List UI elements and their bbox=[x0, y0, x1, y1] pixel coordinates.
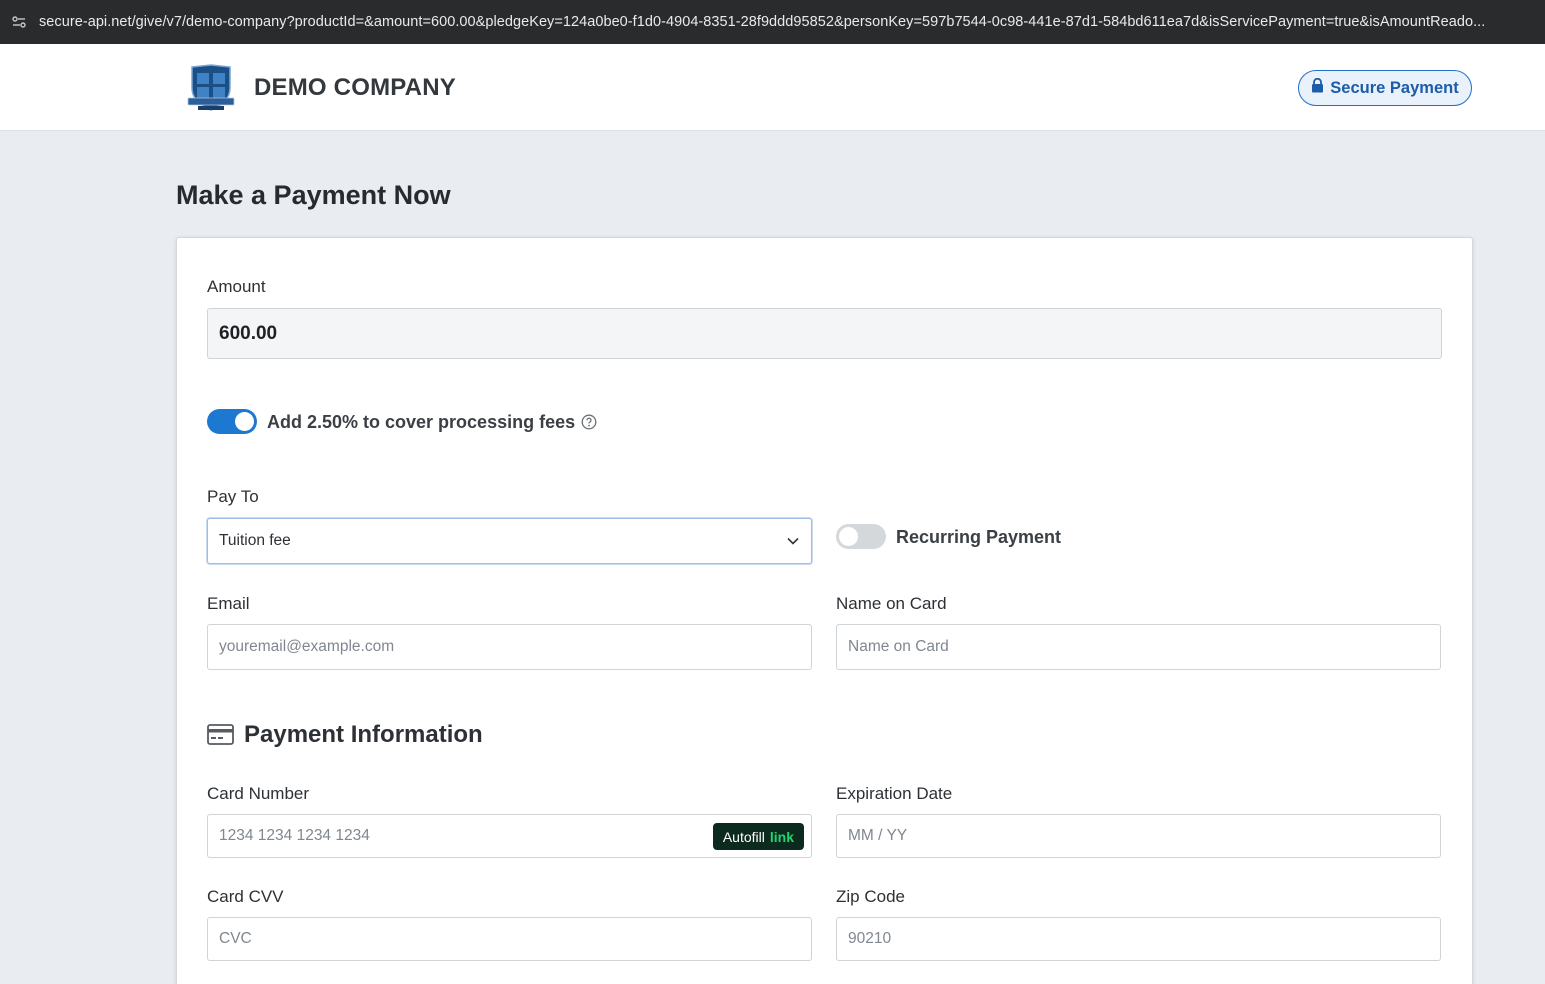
cvv-field[interactable]: CVC bbox=[207, 917, 812, 961]
site-settings-icon[interactable] bbox=[11, 14, 27, 30]
toggle-knob bbox=[235, 412, 254, 431]
lock-icon bbox=[1311, 77, 1324, 98]
site-header: DEMO COMPANY Secure Payment bbox=[0, 44, 1545, 131]
name-on-card-field[interactable]: Name on Card bbox=[836, 624, 1441, 670]
zip-code-label: Zip Code bbox=[836, 887, 905, 906]
cvv-label: Card CVV bbox=[207, 887, 284, 906]
payment-form-card: Amount 600.00 Add 2.50% to cover process… bbox=[176, 237, 1473, 984]
credit-card-icon bbox=[207, 724, 234, 750]
pay-to-value: Tuition fee bbox=[219, 532, 291, 549]
pay-to-label: Pay To bbox=[207, 487, 259, 506]
card-number-field[interactable]: 1234 1234 1234 1234 Autofill link bbox=[207, 814, 812, 858]
email-label: Email bbox=[207, 594, 250, 613]
company-logo bbox=[186, 64, 236, 112]
autofill-text: Autofill bbox=[722, 828, 765, 845]
autofill-link-button[interactable]: Autofill link bbox=[712, 823, 804, 850]
name-on-card-label: Name on Card bbox=[836, 594, 947, 613]
payment-information-title: Payment Information bbox=[244, 721, 483, 748]
secure-payment-button[interactable]: Secure Payment bbox=[1298, 70, 1472, 106]
toggle-knob bbox=[839, 527, 858, 546]
expiration-field[interactable]: MM / YY bbox=[836, 814, 1441, 858]
chevron-down-icon bbox=[787, 532, 799, 550]
url-text[interactable]: secure-api.net/give/v7/demo-company?prod… bbox=[39, 14, 1539, 30]
recurring-toggle[interactable] bbox=[836, 524, 886, 549]
secure-payment-label: Secure Payment bbox=[1330, 78, 1459, 97]
card-number-placeholder: 1234 1234 1234 1234 bbox=[219, 827, 370, 844]
fee-toggle[interactable] bbox=[207, 409, 257, 434]
link-text: link bbox=[769, 828, 794, 845]
recurring-label: Recurring Payment bbox=[896, 527, 1062, 547]
amount-label: Amount bbox=[207, 277, 266, 296]
pay-to-select[interactable]: Tuition fee bbox=[207, 518, 812, 564]
expiration-label: Expiration Date bbox=[836, 784, 953, 803]
card-number-label: Card Number bbox=[207, 784, 310, 803]
browser-url-bar[interactable]: secure-api.net/give/v7/demo-company?prod… bbox=[0, 0, 1545, 44]
zip-code-field[interactable]: 90210 bbox=[836, 917, 1441, 961]
company-name: DEMO COMPANY bbox=[254, 74, 456, 101]
page-title: Make a Payment Now bbox=[176, 180, 451, 210]
amount-field[interactable]: 600.00 bbox=[207, 308, 1442, 359]
email-field[interactable]: youremail@example.com bbox=[207, 624, 812, 670]
help-circle-icon[interactable] bbox=[581, 414, 597, 435]
fee-toggle-label: Add 2.50% to cover processing fees bbox=[267, 412, 576, 432]
